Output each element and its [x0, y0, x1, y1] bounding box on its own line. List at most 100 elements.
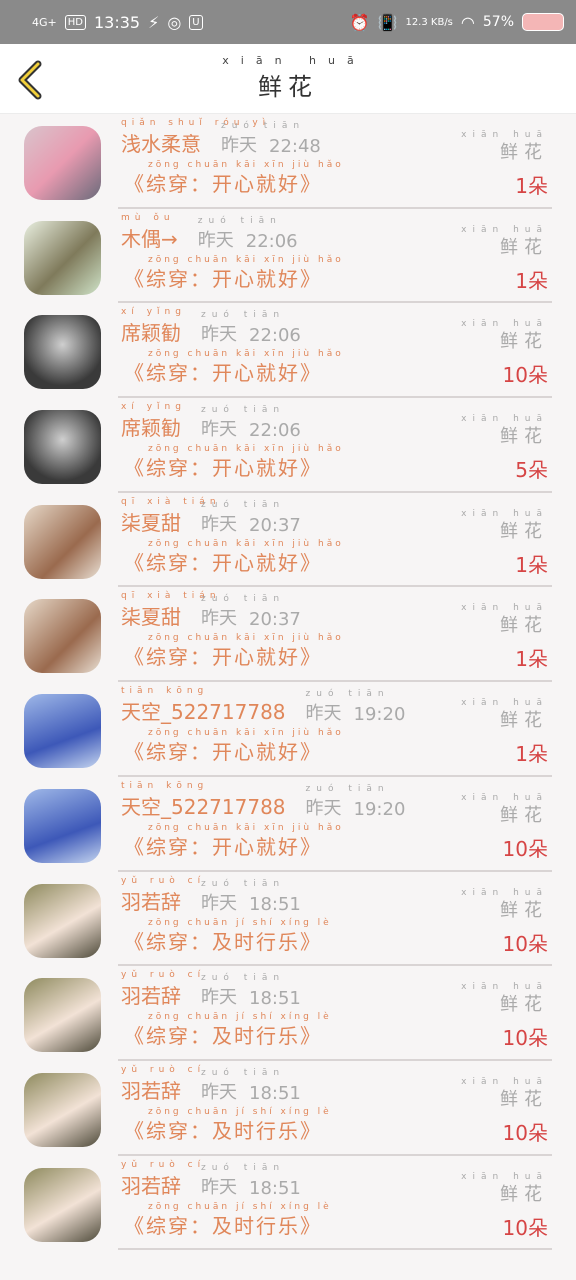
list-item[interactable]: tiān kōng 天空_522717788 zuó tiān 昨天 19:20…	[0, 777, 576, 872]
sender-name[interactable]: 柒夏甜	[121, 511, 181, 535]
avatar[interactable]	[24, 694, 101, 769]
list-item[interactable]: xí yǐng 席颖勧 zuó tiān 昨天 22:06 zōng chuān…	[0, 303, 576, 399]
yesterday-label: 昨天	[197, 229, 234, 251]
flower-label: xiān huā 鲜花	[461, 225, 548, 259]
item-header: tiān kōng 天空_522717788 zuó tiān 昨天 19:20	[121, 781, 406, 820]
page-title-text: 鲜花	[258, 73, 318, 101]
yesterday-label: 昨天	[201, 419, 237, 441]
gift-title[interactable]: 《综穿：开心就好》	[124, 263, 322, 292]
list-item[interactable]: qiǎn shuǐ róu yì 浅水柔意 zuó tiān 昨天 22:48 …	[0, 114, 576, 209]
flower-count: 1朵	[515, 647, 548, 672]
flower-count: 1朵	[515, 174, 548, 198]
list-item[interactable]: qī xià tián 柒夏甜 zuó tiān 昨天 20:37 zōng c…	[0, 587, 576, 683]
avatar[interactable]	[24, 126, 101, 200]
avatar[interactable]	[24, 504, 101, 579]
list-item[interactable]: yǔ ruò cí 羽若辞 zuó tiān 昨天 18:51 zōng chu…	[0, 1156, 576, 1251]
flower-label-text: 鲜花	[500, 520, 548, 542]
sender-name[interactable]: 木偶→	[121, 227, 178, 251]
yesterday-pinyin: zuó tiān	[305, 689, 390, 700]
flower-label-text: 鲜花	[500, 1183, 548, 1205]
yesterday-label: 昨天	[201, 987, 237, 1009]
avatar[interactable]	[24, 788, 101, 863]
item-header: xí yǐng 席颖勧 zuó tiān 昨天 22:06	[121, 402, 301, 441]
gift-title[interactable]: 《综穿：及时行乐》	[124, 1210, 322, 1239]
flower-label-text: 鲜花	[500, 804, 548, 826]
flower-count: 10朵	[502, 836, 548, 861]
flower-label-text: 鲜花	[500, 710, 548, 732]
list-item[interactable]: qī xià tián 柒夏甜 zuó tiān 昨天 20:37 zōng c…	[0, 493, 576, 588]
network-indicator: 4G+	[32, 15, 57, 29]
avatar[interactable]	[24, 410, 101, 485]
flower-label-text: 鲜花	[500, 142, 548, 163]
gift-title[interactable]: 《综穿：开心就好》	[124, 641, 322, 670]
flower-count: 10朵	[502, 931, 548, 956]
yesterday-label: 昨天	[201, 892, 237, 914]
flower-count: 1朵	[515, 742, 548, 767]
avatar[interactable]	[24, 1072, 101, 1147]
avatar[interactable]	[24, 1167, 101, 1242]
sender-name[interactable]: 天空_522717788	[121, 795, 286, 819]
yesterday-pinyin: zuó tiān	[201, 1162, 286, 1173]
flower-count: 1朵	[515, 552, 548, 577]
list-item[interactable]: mù ǒu 木偶→ zuó tiān 昨天 22:06 zōng chuān k…	[0, 209, 576, 304]
avatar[interactable]	[24, 599, 101, 674]
gift-title[interactable]: 《综穿：开心就好》	[124, 736, 322, 765]
list-item[interactable]: xí yǐng 席颖勧 zuó tiān 昨天 22:06 zōng chuān…	[0, 398, 576, 493]
avatar[interactable]	[24, 883, 101, 958]
yesterday-pinyin: zuó tiān	[201, 878, 286, 889]
flower-label-text: 鲜花	[500, 615, 548, 637]
yesterday-label: 昨天	[201, 608, 237, 630]
yesterday-label: 昨天	[201, 513, 237, 535]
gift-title[interactable]: 《综穿：开心就好》	[124, 547, 322, 576]
yesterday-pinyin: zuó tiān	[201, 405, 286, 416]
sender-name[interactable]: 天空_522717788	[121, 700, 286, 724]
gift-title[interactable]: 《综穿：开心就好》	[124, 357, 322, 386]
sender-name[interactable]: 羽若辞	[121, 984, 181, 1008]
alarm-icon: ⏰	[349, 12, 370, 32]
avatar[interactable]	[24, 978, 101, 1053]
flower-label: xiān huā 鲜花	[461, 793, 548, 827]
gift-title[interactable]: 《综穿：及时行乐》	[124, 1020, 322, 1049]
item-header: tiān kōng 天空_522717788 zuó tiān 昨天 19:20	[121, 686, 405, 725]
flower-count: 10朵	[502, 1215, 548, 1240]
sender-name-pinyin: tiān kōng	[121, 686, 209, 697]
avatar[interactable]	[24, 315, 101, 390]
timestamp: 19:20	[353, 798, 406, 820]
sender-name[interactable]: 羽若辞	[121, 890, 181, 914]
list-item[interactable]: yǔ ruò cí 羽若辞 zuó tiān 昨天 18:51 zōng chu…	[0, 1061, 576, 1156]
timestamp: 20:37	[249, 514, 301, 536]
flower-label: xiān huā 鲜花	[461, 1077, 548, 1111]
avatar[interactable]	[24, 220, 101, 295]
gift-title[interactable]: 《综穿：开心就好》	[124, 452, 322, 481]
sender-name-pinyin: yǔ ruò cí	[121, 875, 206, 886]
gift-title[interactable]: 《综穿：及时行乐》	[124, 1115, 322, 1144]
yesterday-pinyin: zuó tiān	[201, 310, 286, 321]
yesterday-pinyin: zuó tiān	[197, 215, 282, 226]
flower-label: xiān huā 鲜花	[461, 1172, 548, 1206]
flower-count: 5朵	[515, 458, 548, 483]
list-item[interactable]: yǔ ruò cí 羽若辞 zuó tiān 昨天 18:51 zōng chu…	[0, 966, 576, 1061]
sender-name[interactable]: 柒夏甜	[121, 605, 181, 629]
flower-label-text: 鲜花	[500, 899, 548, 921]
wifi-icon: ◠	[460, 12, 475, 32]
sender-name[interactable]: 羽若辞	[121, 1079, 181, 1103]
timestamp: 18:51	[249, 1177, 301, 1199]
flower-label: xiān huā 鲜花	[461, 888, 548, 922]
flower-label: xiān huā 鲜花	[461, 603, 548, 637]
yesterday-pinyin: zuó tiān	[221, 121, 306, 131]
sender-name[interactable]: 浅水柔意	[121, 132, 201, 156]
item-header: yǔ ruò cí 羽若辞 zuó tiān 昨天 18:51	[121, 1160, 301, 1199]
gift-title[interactable]: 《综穿：开心就好》	[124, 168, 322, 197]
flower-label-text: 鲜花	[500, 331, 548, 353]
timestamp: 18:51	[249, 893, 301, 915]
gift-title[interactable]: 《综穿：及时行乐》	[124, 926, 322, 955]
gift-title[interactable]: 《综穿：开心就好》	[124, 831, 322, 860]
list-item[interactable]: yǔ ruò cí 羽若辞 zuó tiān 昨天 18:51 zōng chu…	[0, 872, 576, 967]
flower-label-text: 鲜花	[500, 1088, 548, 1110]
sender-name[interactable]: 席颖勧	[121, 321, 181, 345]
list-item[interactable]: tiān kōng 天空_522717788 zuó tiān 昨天 19:20…	[0, 682, 576, 777]
flower-label-text: 鲜花	[500, 236, 548, 258]
timestamp: 18:51	[249, 1082, 301, 1104]
sender-name[interactable]: 席颖勧	[121, 416, 181, 440]
sender-name[interactable]: 羽若辞	[121, 1174, 181, 1198]
